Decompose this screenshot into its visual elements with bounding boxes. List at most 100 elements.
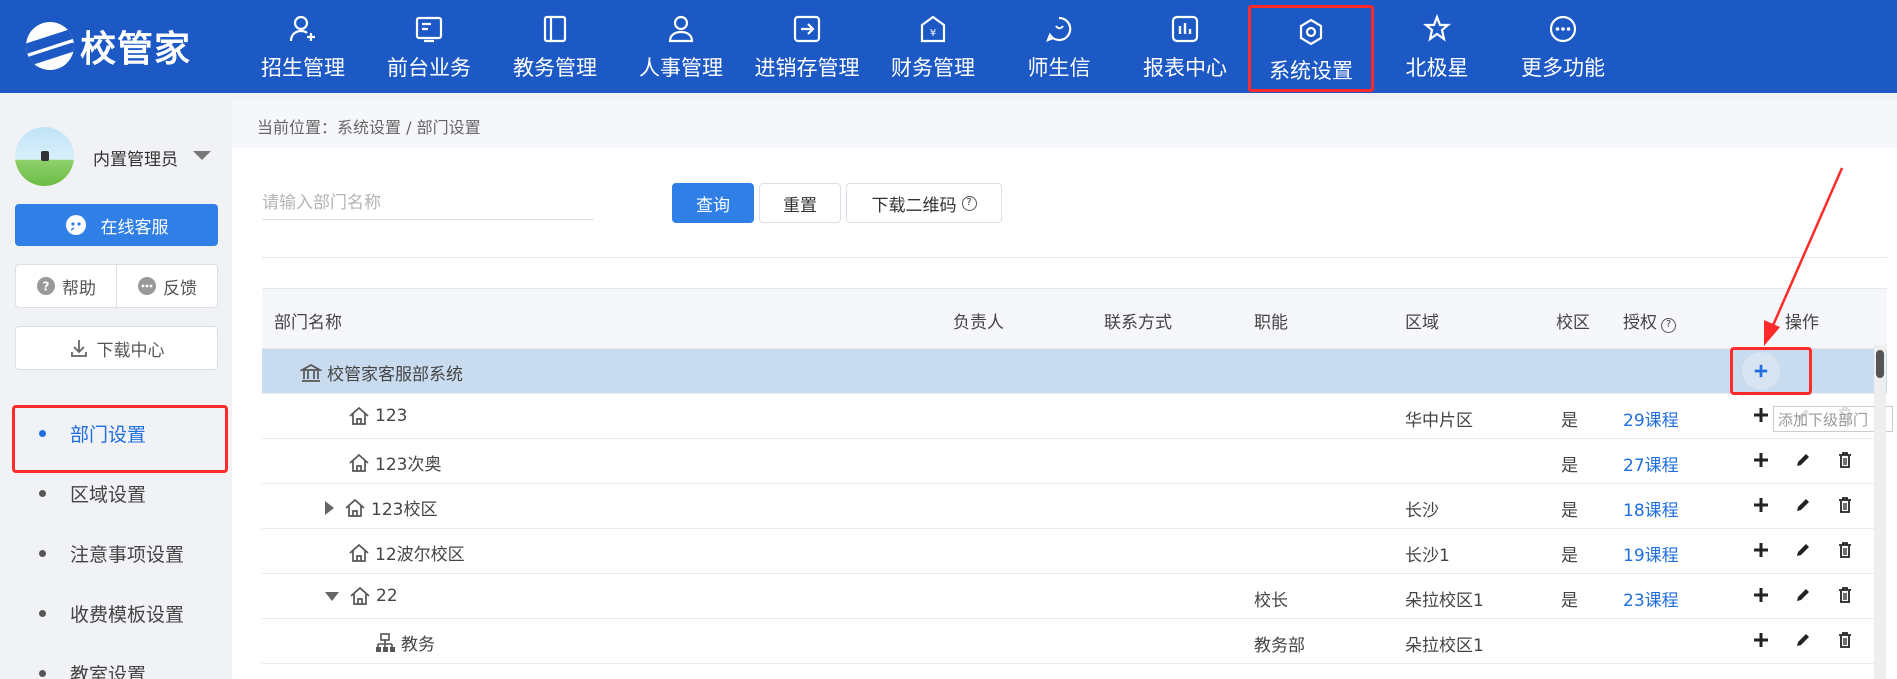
pencil-icon[interactable] — [1794, 496, 1812, 514]
row-region: 长沙1 — [1405, 546, 1450, 566]
online-service-button[interactable]: 在线客服 — [15, 204, 218, 246]
reset-button[interactable]: 重置 — [759, 183, 841, 223]
row-campus: 是 — [1561, 546, 1578, 566]
breadcrumb: 当前位置：系统设置 / 部门设置 — [257, 118, 481, 137]
question-circle-icon[interactable]: ? — [1661, 318, 1676, 333]
plus-icon[interactable] — [1752, 406, 1770, 424]
download-center-label: 下载中心 — [96, 340, 165, 361]
row-auth-link[interactable]: 27课程 — [1623, 451, 1679, 476]
pencil-icon[interactable] — [1794, 586, 1812, 604]
plus-icon[interactable] — [1752, 541, 1770, 559]
collapse-arrow-icon[interactable] — [325, 591, 339, 601]
pencil-icon[interactable] — [1794, 631, 1812, 649]
header-name: 部门名称 — [274, 313, 342, 333]
money-bag-icon: ¥ — [920, 15, 946, 43]
question-circle-icon: ? — [961, 195, 977, 211]
gear-icon — [1299, 18, 1323, 46]
row-name: 123次奥 — [375, 455, 442, 475]
table-row[interactable]: 123 华中片区 是 29课程 — [262, 394, 1887, 439]
chat-dots-icon — [138, 277, 156, 295]
trash-icon[interactable] — [1836, 541, 1854, 559]
header-owner: 负责人 — [953, 313, 1004, 333]
trash-icon[interactable] — [1836, 496, 1854, 514]
side-item-label: 教室设置 — [70, 663, 147, 679]
caret-down-icon[interactable] — [193, 151, 211, 160]
nav-label: 教务管理 — [513, 56, 597, 80]
nav-label: 更多功能 — [1521, 56, 1605, 80]
header-auth-label: 授权 — [1623, 313, 1657, 333]
download-icon — [70, 340, 87, 357]
table-row[interactable]: 123次奥 是 27课程 — [262, 439, 1887, 484]
plus-icon[interactable] — [1752, 496, 1770, 514]
app-logo[interactable]: 校管家 — [26, 22, 191, 70]
row-region: 华中片区 — [1405, 411, 1473, 431]
nav-item-reports[interactable]: 报表中心 — [1122, 0, 1248, 93]
plus-icon[interactable] — [1752, 451, 1770, 469]
row-auth-link[interactable]: 29课程 — [1623, 406, 1679, 431]
home-icon — [350, 586, 370, 605]
expand-arrow-icon[interactable] — [325, 500, 334, 515]
table-row[interactable]: 12波尔校区 长沙1 是 19课程 — [262, 529, 1887, 574]
row-name: 12波尔校区 — [375, 545, 465, 565]
bank-icon — [300, 363, 322, 382]
download-qr-label: 下载二维码 — [871, 195, 957, 216]
user-name[interactable]: 内置管理员 — [93, 145, 178, 170]
nav-item-messages[interactable]: 师生信 — [996, 0, 1122, 93]
row-auth-link[interactable]: 19课程 — [1623, 541, 1679, 566]
book-icon — [543, 15, 567, 43]
trash-icon[interactable] — [1836, 586, 1854, 604]
row-auth-link[interactable]: 23课程 — [1623, 586, 1679, 611]
pencil-icon[interactable] — [1794, 451, 1812, 469]
row-region: 朵拉校区1 — [1405, 591, 1484, 611]
home-icon — [349, 453, 369, 472]
svg-text:¥: ¥ — [930, 28, 936, 39]
nav-item-system-settings[interactable]: 系统设置 — [1248, 5, 1374, 92]
nav-item-inventory[interactable]: 进销存管理 — [744, 0, 870, 93]
home-icon — [349, 406, 369, 425]
query-button[interactable]: 查询 — [672, 183, 754, 223]
service-icon — [65, 215, 86, 235]
table-row[interactable]: 22 校长 朵拉校区1 是 23课程 — [262, 574, 1887, 619]
pencil-icon[interactable] — [1794, 541, 1812, 559]
nav-label: 前台业务 — [387, 56, 471, 80]
help-button[interactable]: ? 帮助 — [16, 265, 116, 307]
row-name-cell: 22 — [325, 585, 398, 607]
more-icon — [1549, 15, 1577, 43]
plus-icon[interactable] — [1752, 631, 1770, 649]
highlight-box — [12, 405, 228, 473]
nav-item-finance[interactable]: ¥ 财务管理 — [870, 0, 996, 93]
row-region: 长沙 — [1405, 501, 1439, 521]
table-row[interactable]: 教务 教务部 朵拉校区1 — [262, 619, 1887, 664]
nav-item-polaris[interactable]: 北极星 — [1374, 0, 1500, 93]
side-item-label: 收费模板设置 — [70, 603, 185, 626]
row-name: 教务 — [401, 635, 435, 655]
nav-item-academic[interactable]: 教务管理 — [492, 0, 618, 93]
side-item-classroom[interactable]: 教室设置 — [0, 643, 232, 679]
table-row[interactable]: 校管家客服部系统 — [262, 349, 1887, 394]
side-item-notes[interactable]: 注意事项设置 — [0, 523, 232, 583]
home-icon — [345, 498, 365, 517]
plus-icon[interactable] — [1752, 586, 1770, 604]
nav-item-front-desk[interactable]: 前台业务 — [366, 0, 492, 93]
department-search-input[interactable] — [262, 186, 594, 220]
nav-item-more[interactable]: 更多功能 — [1500, 0, 1626, 93]
breadcrumb-bar: 当前位置：系统设置 / 部门设置 — [232, 100, 1897, 148]
highlight-box — [1730, 347, 1812, 395]
nav-item-hr[interactable]: 人事管理 — [618, 0, 744, 93]
trash-icon[interactable] — [1836, 631, 1854, 649]
logo-text: 校管家 — [80, 29, 192, 70]
trash-icon[interactable] — [1836, 451, 1854, 469]
row-name: 123校区 — [371, 500, 438, 520]
star-icon — [1422, 14, 1452, 42]
scrollbar-thumb[interactable] — [1876, 350, 1884, 378]
side-item-fee-template[interactable]: 收费模板设置 — [0, 583, 232, 643]
row-name-cell: 123校区 — [325, 495, 437, 520]
download-center-button[interactable]: 下载中心 — [15, 326, 218, 370]
table-row[interactable]: 123校区 长沙 是 18课程 — [262, 484, 1887, 529]
avatar[interactable] — [15, 127, 74, 186]
download-qr-button[interactable]: 下载二维码 ? — [846, 183, 1002, 223]
feedback-button[interactable]: 反馈 — [116, 265, 217, 307]
row-auth-link[interactable]: 18课程 — [1623, 496, 1679, 521]
nav-item-enrollment[interactable]: 招生管理 — [240, 0, 366, 93]
scrollbar-track[interactable] — [1874, 345, 1886, 679]
